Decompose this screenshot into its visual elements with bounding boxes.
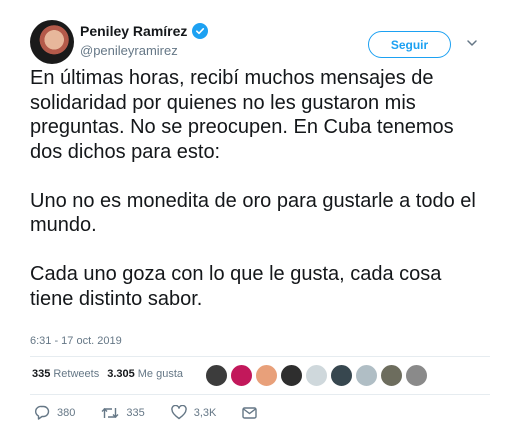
divider bbox=[30, 356, 490, 357]
retweets-count[interactable]: 335 bbox=[32, 368, 50, 380]
heart-icon bbox=[170, 405, 187, 420]
liker-avatar[interactable] bbox=[255, 364, 278, 387]
timestamp[interactable]: 6:31 - 17 oct. 2019 bbox=[30, 335, 122, 347]
likes-count[interactable]: 3.305 bbox=[107, 368, 135, 380]
liker-avatar[interactable] bbox=[330, 364, 353, 387]
tweet-paragraph: Cada uno goza con lo que le gusta, cada … bbox=[30, 263, 442, 310]
reply-button[interactable]: 380 bbox=[34, 405, 75, 420]
liker-avatar[interactable] bbox=[380, 364, 403, 387]
retweet-button[interactable]: 335 bbox=[101, 406, 145, 420]
avatar[interactable] bbox=[30, 20, 74, 64]
retweets-label[interactable]: Retweets bbox=[53, 368, 99, 380]
reply-icon bbox=[34, 405, 50, 420]
liker-avatar[interactable] bbox=[305, 364, 328, 387]
tweet-paragraph: Uno no es monedita de oro para gustarle … bbox=[30, 189, 476, 237]
liker-avatars bbox=[205, 364, 428, 387]
engagement-stats: 335 Retweets 3.305 Me gusta bbox=[32, 368, 191, 380]
user-name[interactable]: Peniley Ramírez bbox=[80, 23, 209, 39]
liker-avatar[interactable] bbox=[280, 364, 303, 387]
liker-avatar[interactable] bbox=[230, 364, 253, 387]
liker-avatar[interactable] bbox=[205, 364, 228, 387]
liker-avatar[interactable] bbox=[355, 364, 378, 387]
follow-button[interactable]: Seguir bbox=[368, 31, 451, 58]
like-button[interactable]: 3,3K bbox=[170, 405, 217, 420]
retweet-count: 335 bbox=[126, 406, 145, 419]
tweet-paragraph: En últimas horas, recibí muchos mensajes… bbox=[30, 67, 454, 163]
reply-count: 380 bbox=[57, 406, 76, 419]
chevron-down-icon[interactable] bbox=[466, 37, 478, 49]
retweet-icon bbox=[101, 407, 119, 418]
tweet-actions: 380 335 3,3K bbox=[34, 405, 290, 420]
verified-icon bbox=[192, 23, 209, 39]
tweet: Peniley Ramírez @penileyramirez Seguir E… bbox=[0, 0, 510, 433]
share-button[interactable] bbox=[242, 405, 264, 420]
user-name-text[interactable]: Peniley Ramírez bbox=[80, 23, 187, 39]
likes-label[interactable]: Me gusta bbox=[138, 368, 183, 380]
tweet-text: En últimas horas, recibí muchos mensajes… bbox=[30, 66, 490, 336]
like-count: 3,3K bbox=[193, 406, 217, 419]
divider bbox=[30, 394, 490, 395]
liker-avatar[interactable] bbox=[405, 364, 428, 387]
user-handle[interactable]: @penileyramirez bbox=[80, 43, 178, 58]
message-icon bbox=[242, 407, 258, 419]
